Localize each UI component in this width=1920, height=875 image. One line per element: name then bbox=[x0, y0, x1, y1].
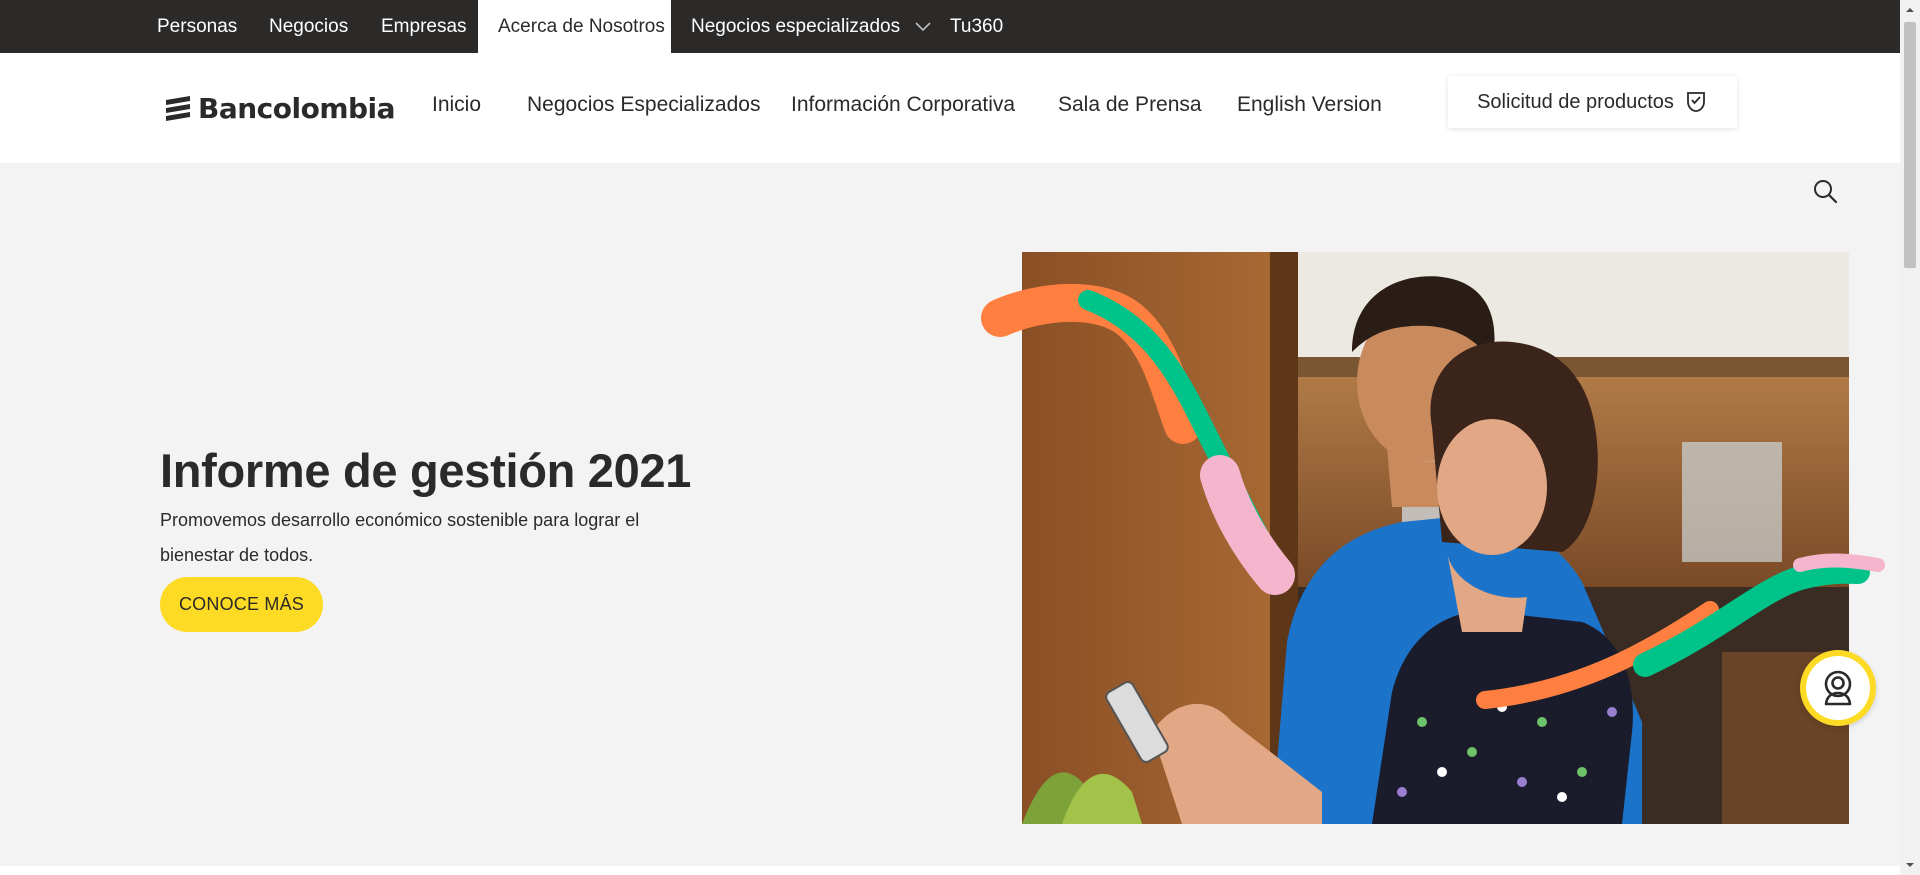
tab-negocios[interactable]: Negocios bbox=[249, 0, 368, 53]
nav-sala-de-prensa[interactable]: Sala de Prensa bbox=[1058, 93, 1202, 117]
tab-tu360[interactable]: Tu360 bbox=[930, 0, 1023, 53]
tab-acerca-label: Acerca de Nosotros bbox=[498, 16, 665, 37]
page-scrollbar[interactable] bbox=[1900, 0, 1920, 875]
tab-personas-label: Personas bbox=[157, 16, 238, 37]
nav-inicio[interactable]: Inicio bbox=[432, 93, 481, 117]
main-header: Bancolombia Inicio Negocios Especializad… bbox=[0, 53, 1900, 163]
tab-negocios-especializados[interactable]: Negocios especializados bbox=[671, 0, 951, 53]
product-request-icon bbox=[1686, 92, 1705, 112]
tab-acerca-de-nosotros[interactable]: Acerca de Nosotros bbox=[478, 0, 671, 53]
tab-personas[interactable]: Personas bbox=[137, 0, 257, 53]
tab-negocios-label: Negocios bbox=[269, 16, 349, 37]
page-bottom-edge bbox=[0, 866, 1900, 875]
nav-informacion-corporativa[interactable]: Información Corporativa bbox=[791, 93, 1015, 117]
help-chat-button[interactable] bbox=[1800, 650, 1876, 726]
bancolombia-logo[interactable]: Bancolombia bbox=[164, 91, 396, 125]
products-request-button[interactable]: Solicitud de productos bbox=[1448, 76, 1737, 128]
products-request-label: Solicitud de productos bbox=[1477, 90, 1674, 113]
hero-title: Informe de gestión 2021 bbox=[160, 444, 692, 497]
hero-subtitle: Promovemos desarrollo económico sostenib… bbox=[160, 510, 640, 565]
scrollbar-thumb[interactable] bbox=[1904, 22, 1916, 268]
logo-text: Bancolombia bbox=[198, 91, 396, 125]
top-navigation-bar: Personas Negocios Empresas Acerca de Nos… bbox=[0, 0, 1900, 53]
nav-english-version[interactable]: English Version bbox=[1237, 93, 1382, 117]
support-agent-icon bbox=[1824, 670, 1852, 706]
tab-empresas-label: Empresas bbox=[381, 16, 467, 37]
hero-photo bbox=[1022, 252, 1849, 824]
scroll-down-arrow-icon[interactable] bbox=[1904, 859, 1916, 871]
chevron-down-icon bbox=[915, 0, 931, 53]
tab-tu360-label: Tu360 bbox=[950, 16, 1004, 37]
tab-negocios-especializados-label: Negocios especializados bbox=[691, 16, 901, 37]
tab-empresas[interactable]: Empresas bbox=[361, 0, 487, 53]
conoce-mas-button[interactable]: CONOCE MÁS bbox=[160, 577, 323, 632]
search-button[interactable] bbox=[1812, 178, 1838, 209]
nav-negocios-especializados[interactable]: Negocios Especializados bbox=[527, 93, 760, 117]
search-icon bbox=[1814, 180, 1838, 204]
conoce-mas-label: CONOCE MÁS bbox=[178, 594, 304, 614]
bancolombia-logo-icon bbox=[166, 96, 190, 121]
scroll-up-arrow-icon[interactable] bbox=[1904, 4, 1916, 16]
